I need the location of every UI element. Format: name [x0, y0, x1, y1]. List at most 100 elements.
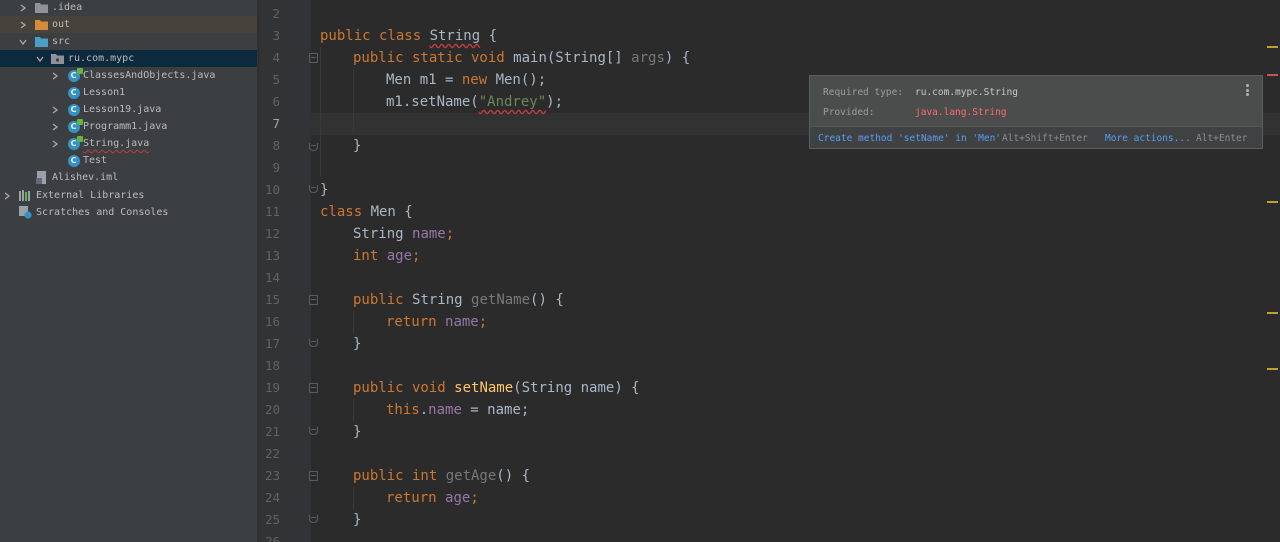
fold-marker-icon[interactable] — [309, 185, 318, 193]
fold-marker-icon[interactable] — [309, 427, 318, 435]
code-line-23[interactable]: public int getAge() { — [353, 465, 530, 487]
line-number: 25 — [264, 512, 280, 527]
code-token: args — [631, 50, 665, 66]
package-icon — [51, 53, 64, 65]
code-line-10[interactable]: } — [320, 179, 328, 201]
tree-item-label: .idea — [52, 2, 83, 13]
code-line-6[interactable]: m1.setName("Andrey"); — [386, 91, 563, 113]
warning-marker[interactable] — [1267, 368, 1278, 370]
code-token: "Andrey" — [478, 94, 547, 110]
source-folder-icon — [35, 36, 48, 48]
fold-marker-icon[interactable] — [309, 53, 318, 63]
code-line-24[interactable]: return age; — [386, 487, 479, 509]
module-file-icon — [35, 171, 48, 184]
code-token: (String name) { — [513, 380, 640, 396]
code-token: new — [461, 72, 496, 88]
chevron-right-icon[interactable] — [18, 20, 28, 30]
tree-item-scratches[interactable]: Scratches and Consoles — [0, 204, 257, 221]
chevron-right-icon[interactable] — [18, 3, 28, 13]
code-line-5[interactable]: Men m1 = new Men(); — [386, 69, 546, 91]
code-token: age — [445, 490, 471, 506]
fold-marker-icon[interactable] — [309, 515, 318, 523]
warning-marker[interactable] — [1267, 201, 1278, 203]
code-line-12[interactable]: String name; — [353, 223, 454, 245]
code-line-3[interactable]: public class String { — [320, 25, 497, 47]
line-number-gutter: 2 3 4 5 6 7 8 9 10 11 12 13 14 15 16 17 … — [259, 0, 318, 542]
tree-item-string[interactable]: C String.java — [0, 135, 257, 152]
code-token: public void — [353, 380, 455, 396]
code-line-15[interactable]: public String getName() { — [353, 289, 564, 311]
code-token: String — [429, 28, 481, 44]
tree-item-lesson19[interactable]: C Lesson19.java — [0, 101, 257, 118]
tree-item-programm1[interactable]: C Programm1.java — [0, 118, 257, 135]
java-class-icon: C — [67, 103, 80, 116]
code-line-21[interactable]: } — [353, 421, 361, 443]
code-token: main — [513, 50, 547, 66]
code-line-8[interactable]: } — [353, 135, 361, 157]
code-token: ) { — [664, 50, 691, 66]
scratches-icon — [19, 206, 32, 219]
code-token: () { — [496, 468, 531, 484]
code-token: public class — [320, 28, 430, 44]
java-class-icon: C — [67, 86, 80, 99]
code-token: public int — [353, 468, 446, 484]
tree-item-iml[interactable]: Alishev.iml — [0, 169, 257, 186]
tree-item-out[interactable]: out — [0, 16, 257, 33]
code-line-25[interactable]: } — [353, 509, 361, 531]
line-number: 17 — [264, 336, 280, 351]
chevron-right-icon[interactable] — [2, 191, 12, 201]
fold-marker-icon[interactable] — [309, 339, 318, 347]
code-token: Men m1 = — [386, 72, 462, 88]
code-line-19[interactable]: public void setName(String name) { — [353, 377, 640, 399]
code-line-20[interactable]: this.name = name; — [386, 399, 529, 421]
tree-item-label: src — [52, 36, 71, 47]
chevron-right-icon[interactable] — [50, 139, 60, 149]
chevron-right-icon[interactable] — [50, 105, 60, 115]
fold-marker-icon[interactable] — [309, 471, 318, 481]
tree-item-external-libraries[interactable]: External Libraries — [0, 187, 257, 204]
more-actions-link[interactable]: More actions... — [1105, 133, 1191, 144]
line-number: 19 — [264, 380, 280, 395]
tree-item-classesandobjects[interactable]: C ClassesAndObjects.java — [0, 67, 257, 84]
code-token: Men { — [370, 204, 413, 220]
code-token: class — [320, 204, 371, 220]
indent-guide — [353, 311, 354, 333]
chevron-right-icon[interactable] — [50, 122, 60, 132]
code-token: ; — [478, 314, 488, 330]
code-line-11[interactable]: class Men { — [320, 201, 413, 223]
chevron-down-icon[interactable] — [35, 54, 45, 64]
code-line-13[interactable]: int age; — [353, 245, 420, 267]
chevron-down-icon[interactable] — [18, 37, 28, 47]
fold-marker-icon[interactable] — [309, 295, 318, 305]
required-type-value: ru.com.mypc.String — [915, 87, 1018, 98]
libraries-icon — [19, 190, 32, 202]
tree-item-label: out — [52, 19, 71, 30]
chevron-right-icon[interactable] — [50, 71, 60, 81]
warning-marker[interactable] — [1267, 312, 1278, 314]
line-number: 16 — [264, 314, 280, 329]
line-number: 4 — [272, 50, 280, 65]
code-line-16[interactable]: return name; — [386, 311, 487, 333]
code-token: this — [386, 402, 420, 418]
tree-item-idea[interactable]: .idea — [0, 0, 257, 16]
code-line-4[interactable]: public static void main(String[] args) { — [353, 47, 690, 69]
tree-item-package[interactable]: ru.com.mypc — [0, 50, 257, 67]
error-marker[interactable] — [1267, 74, 1278, 76]
fold-marker-icon[interactable] — [309, 143, 318, 151]
tree-item-lesson1[interactable]: C Lesson1 — [0, 84, 257, 101]
tree-item-label: Programm1.java — [83, 121, 168, 132]
provided-type-value: java.lang.String — [915, 107, 1007, 118]
line-number: 18 — [264, 358, 280, 373]
tree-item-test[interactable]: C Test — [0, 152, 257, 169]
code-line-17[interactable]: } — [353, 333, 361, 355]
indent-guide — [320, 47, 321, 177]
more-options-icon[interactable] — [1245, 84, 1251, 98]
warning-marker[interactable] — [1267, 46, 1278, 48]
tree-item-src[interactable]: src — [0, 33, 257, 50]
create-method-action-link[interactable]: Create method 'setName' in 'Men' — [818, 133, 1001, 144]
fold-marker-icon[interactable] — [309, 383, 318, 393]
java-class-icon: C — [67, 154, 80, 167]
error-tooltip: Required type: ru.com.mypc.String Provid… — [809, 75, 1263, 149]
line-number: 6 — [272, 94, 280, 109]
code-token: setName — [454, 380, 514, 396]
